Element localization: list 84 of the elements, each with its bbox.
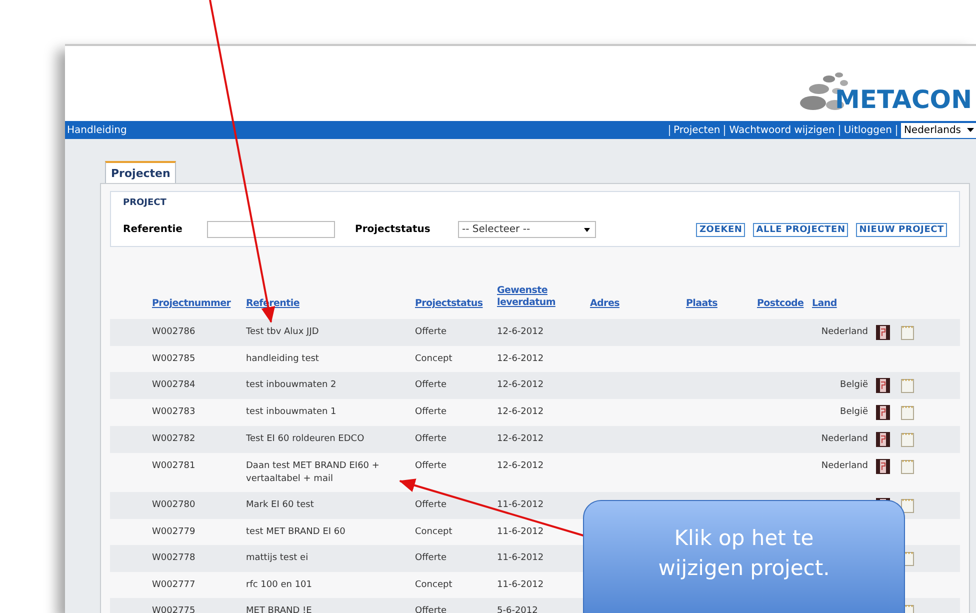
table-cell-text: Offerte bbox=[415, 326, 448, 339]
table-cell-text: 12-6-2012 bbox=[497, 326, 545, 339]
field-label: Referentie bbox=[123, 224, 184, 235]
table-cell-text: Offerte bbox=[415, 406, 448, 419]
table-cell[interactable]: MET BRAND !E bbox=[246, 605, 415, 613]
table-cell-text: Offerte bbox=[415, 499, 448, 512]
table-row[interactable]: W002784 test inbouwmaten 2 Offerte 12-6-2012 België bbox=[110, 372, 960, 399]
table-cell-text: 11-6-2012 bbox=[497, 552, 545, 565]
table-cell-text: W002783 bbox=[152, 406, 196, 419]
table-row[interactable]: W002782 Test EI 60 roldeuren EDCO Offerte 12-6-2012 Nederland bbox=[110, 426, 960, 453]
column-header-link[interactable]: Projectstatus bbox=[415, 298, 497, 309]
section-title: PROJECT bbox=[123, 198, 168, 208]
nav-link[interactable]: Wachtwoord wijzigen bbox=[724, 124, 839, 136]
dropdown-caret-icon bbox=[584, 228, 590, 232]
table-cell[interactable]: Daan test MET BRAND EI60 + vertaaltabel + mail bbox=[246, 460, 415, 486]
table-cell-text: 11-6-2012 bbox=[497, 526, 545, 539]
table-cell-text: 11-6-2012 bbox=[497, 499, 545, 512]
table-cell[interactable]: Test EI 60 roldeuren EDCO bbox=[246, 433, 415, 446]
table-cell-text: 12-6-2012 bbox=[497, 406, 545, 419]
nav-link[interactable]: Projecten bbox=[668, 124, 724, 136]
document-icon[interactable] bbox=[876, 378, 890, 393]
reference-input-field[interactable] bbox=[207, 221, 335, 238]
table-cell: Nederland bbox=[821, 434, 868, 444]
table-cell-text: W002785 bbox=[152, 353, 196, 366]
filter-button[interactable]: ZOEKEN bbox=[696, 222, 746, 236]
table-cell-text: Offerte bbox=[415, 433, 448, 446]
table-cell-text: W002786 bbox=[152, 326, 196, 339]
table-cell: België bbox=[840, 407, 868, 417]
table-cell-text: 12-6-2012 bbox=[497, 379, 545, 392]
filter-button[interactable]: NIEUW PROJECT bbox=[856, 222, 947, 236]
table-cell: Nederland bbox=[821, 461, 868, 471]
table-cell: Nederland bbox=[821, 327, 868, 337]
document-icon[interactable] bbox=[876, 432, 890, 447]
status-dropdown[interactable]: -- Selecteer -- bbox=[458, 221, 596, 238]
nav-link[interactable]: Uitloggen bbox=[838, 124, 897, 136]
table-cell-text: W002780 bbox=[152, 499, 196, 512]
field-label: Projectstatus bbox=[355, 224, 432, 235]
notepad-icon[interactable] bbox=[901, 459, 914, 474]
document-icon[interactable] bbox=[876, 325, 890, 340]
tab[interactable]: Projecten bbox=[105, 161, 176, 183]
document-icon[interactable] bbox=[876, 459, 890, 474]
table-cell-text: Offerte bbox=[415, 460, 448, 473]
table-cell-text: 11-6-2012 bbox=[497, 579, 545, 592]
table-cell-text: 5-6-2012 bbox=[497, 605, 539, 613]
table-cell-text: Concept bbox=[415, 526, 454, 539]
table-cell-text: Concept bbox=[415, 579, 454, 592]
table-cell-text: W002784 bbox=[152, 379, 196, 392]
table-cell[interactable]: test MET BRAND EI 60 bbox=[246, 526, 415, 539]
table-cell: België bbox=[840, 380, 868, 390]
table-cell-text: W002782 bbox=[152, 433, 196, 446]
table-cell-text: W002777 bbox=[152, 579, 196, 592]
language-dropdown[interactable]: Nederlands bbox=[900, 122, 976, 138]
column-header-link[interactable]: Land bbox=[812, 298, 870, 309]
table-cell-text: Offerte bbox=[415, 552, 448, 565]
table-cell-text: W002781 bbox=[152, 460, 196, 473]
column-header-link[interactable]: Projectnummer bbox=[152, 298, 246, 309]
filter-button[interactable]: ALLE PROJECTEN bbox=[753, 222, 848, 236]
table-cell[interactable]: handleiding test bbox=[246, 353, 415, 366]
manual-link[interactable]: Handleiding bbox=[65, 124, 127, 136]
table-cell[interactable]: mattijs test ei bbox=[246, 552, 415, 565]
notepad-icon[interactable] bbox=[901, 498, 914, 513]
dropdown-caret-icon bbox=[967, 128, 974, 132]
column-header-link[interactable]: Postcode bbox=[757, 298, 812, 309]
table-cell-text: Offerte bbox=[415, 379, 448, 392]
table-cell-text: W002779 bbox=[152, 526, 196, 539]
table-cell-text: 12-6-2012 bbox=[497, 460, 545, 473]
column-header-link[interactable]: Gewenste leverdatum bbox=[497, 285, 590, 309]
table-cell[interactable]: Mark EI 60 test bbox=[246, 499, 415, 512]
logo-wordmark: METACON bbox=[835, 87, 972, 113]
table-cell-text: Offerte bbox=[415, 605, 448, 613]
table-cell[interactable]: rfc 100 en 101 bbox=[246, 579, 415, 592]
table-cell[interactable]: Test tbv Alux JJD bbox=[246, 326, 415, 339]
notepad-icon[interactable] bbox=[901, 405, 914, 420]
table-cell-text: W002778 bbox=[152, 552, 196, 565]
table-cell-text: 12-6-2012 bbox=[497, 433, 545, 446]
column-header-link[interactable]: Plaats bbox=[686, 298, 757, 309]
document-icon[interactable] bbox=[876, 405, 890, 420]
table-cell-text: 12-6-2012 bbox=[497, 353, 545, 366]
column-header-link[interactable]: Adres bbox=[590, 298, 686, 309]
table-cell[interactable]: test inbouwmaten 1 bbox=[246, 406, 415, 419]
table-cell[interactable]: test inbouwmaten 2 bbox=[246, 379, 415, 392]
table-cell-text: W002775 bbox=[152, 605, 196, 613]
table-cell-text: Concept bbox=[415, 353, 454, 366]
table-row[interactable]: W002786 Test tbv Alux JJD Offerte 12-6-2012 Nederland bbox=[110, 319, 960, 346]
